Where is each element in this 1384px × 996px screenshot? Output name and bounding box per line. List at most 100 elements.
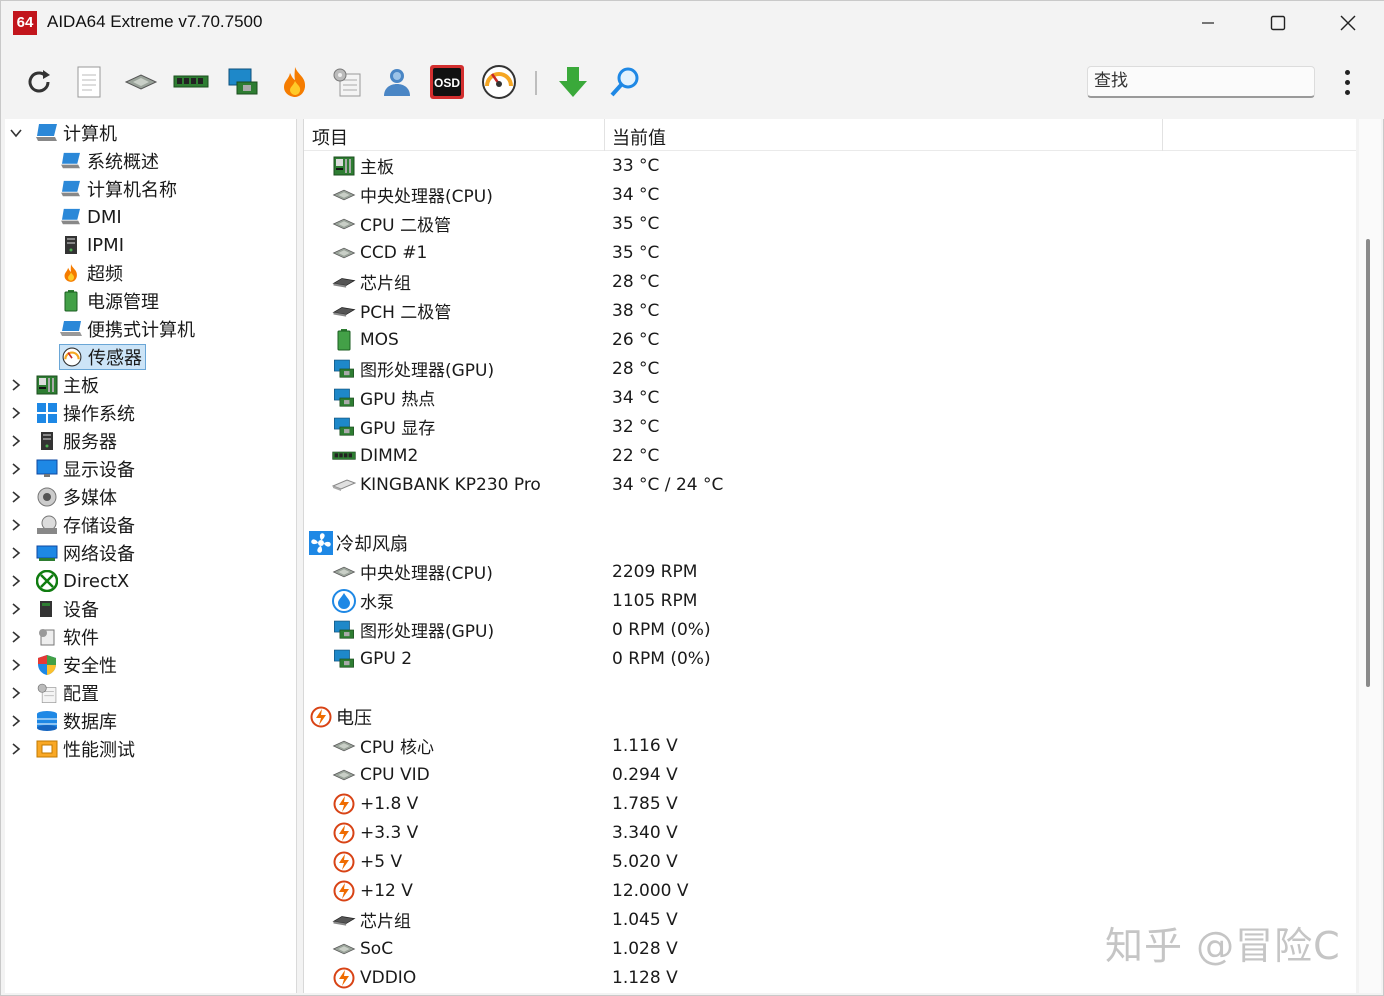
tree-item-category[interactable]: 网络设备	[9, 539, 138, 567]
tree-item-category[interactable]: 数据库	[9, 707, 120, 735]
sensor-row[interactable]: KINGBANK KP230 Pro 34 °C / 24 °C	[304, 470, 1356, 499]
windows-icon	[36, 402, 58, 424]
chevron-right-icon[interactable]	[9, 518, 23, 532]
sensor-row[interactable]: 图形处理器(GPU) 0 RPM (0%)	[304, 615, 1356, 644]
tree-item-category[interactable]: 显示设备	[9, 455, 138, 483]
tree-item-category[interactable]: 存储设备	[9, 511, 138, 539]
sensor-row[interactable]: 芯片组 28 °C	[304, 267, 1356, 296]
chevron-right-icon[interactable]	[9, 742, 23, 756]
search-magnifier-icon[interactable]	[605, 62, 645, 102]
chevron-right-icon[interactable]	[9, 602, 23, 616]
sensor-row[interactable]: 主板 33 °C	[304, 151, 1356, 180]
tree-item-computer[interactable]: 计算机	[9, 119, 120, 147]
sensor-name: +12 V	[360, 880, 413, 901]
overclock-flame-icon[interactable]	[275, 62, 315, 102]
sensor-value: 34 °C	[612, 387, 660, 408]
sensor-row[interactable]: CPU 核心 1.116 V	[304, 731, 1356, 760]
close-button[interactable]	[1313, 1, 1383, 45]
chevron-right-icon[interactable]	[9, 490, 23, 504]
chevron-right-icon[interactable]	[9, 686, 23, 700]
cpu-icon[interactable]	[121, 62, 161, 102]
sensor-value: 0 RPM (0%)	[612, 648, 711, 669]
sensor-row[interactable]: PCH 二极管 38 °C	[304, 296, 1356, 325]
tree-item-category[interactable]: 性能测试	[9, 735, 138, 763]
software-icon	[36, 626, 58, 648]
sensor-row[interactable]: 中央处理器(CPU) 2209 RPM	[304, 557, 1356, 586]
sensor-group-header[interactable]: 冷却风扇	[304, 528, 1356, 557]
chevron-right-icon[interactable]	[9, 714, 23, 728]
memory-icon[interactable]	[171, 62, 211, 102]
motherboard-icon	[332, 155, 356, 177]
chevron-right-icon[interactable]	[9, 546, 23, 560]
sensor-row[interactable]: +1.8 V 1.785 V	[304, 789, 1356, 818]
minimize-button[interactable]	[1173, 1, 1243, 45]
chip-icon	[332, 271, 356, 293]
tree-label: 配置	[63, 684, 99, 705]
chevron-right-icon[interactable]	[9, 574, 23, 588]
sensor-row[interactable]: CPU VID 0.294 V	[304, 760, 1356, 789]
sensor-value: 26 °C	[612, 329, 660, 350]
device-icon	[36, 598, 58, 620]
chevron-right-icon[interactable]	[9, 630, 23, 644]
vertical-scrollbar[interactable]	[1359, 119, 1381, 993]
refresh-icon[interactable]	[19, 62, 59, 102]
sensor-row[interactable]: MOS 26 °C	[304, 325, 1356, 354]
chevron-right-icon[interactable]	[9, 434, 23, 448]
tree-item-computer-child[interactable]: IPMI	[59, 231, 127, 259]
tree-item-category[interactable]: DirectX	[9, 567, 132, 595]
maximize-button[interactable]	[1243, 1, 1313, 45]
sensor-panel: 项目 当前值 主板 33 °C 中央处理器(CPU) 34 °C CPU 二极管 35 °…	[303, 119, 1356, 993]
tree-item-category[interactable]: 设备	[9, 595, 102, 623]
download-arrow-icon[interactable]	[553, 62, 593, 102]
more-options-button[interactable]	[1333, 65, 1361, 99]
storage-icon	[36, 514, 58, 536]
chevron-down-icon[interactable]	[9, 126, 23, 140]
tree-item-computer-child[interactable]: 超频	[59, 259, 126, 287]
tree-item-computer-child[interactable]: 电源管理	[59, 287, 162, 315]
sensor-row[interactable]: GPU 显存 32 °C	[304, 412, 1356, 441]
chevron-right-icon[interactable]	[9, 406, 23, 420]
column-header-value[interactable]: 当前值	[612, 124, 666, 150]
sensor-name: +1.8 V	[360, 793, 419, 814]
sensor-row[interactable]: +5 V 5.020 V	[304, 847, 1356, 876]
tree-item-category[interactable]: 服务器	[9, 427, 120, 455]
tree-item-category[interactable]: 软件	[9, 623, 102, 651]
sensor-row[interactable]: CPU 二极管 35 °C	[304, 209, 1356, 238]
tree-item-category[interactable]: 配置	[9, 679, 102, 707]
scrollbar-thumb[interactable]	[1366, 239, 1370, 687]
sensor-row[interactable]: CCD #1 35 °C	[304, 238, 1356, 267]
chevron-right-icon[interactable]	[9, 658, 23, 672]
osd-icon[interactable]: OSD	[427, 62, 467, 102]
sensor-value: 1.028 V	[612, 938, 678, 959]
chevron-right-icon[interactable]	[9, 378, 23, 392]
sensor-row[interactable]: GPU 2 0 RPM (0%)	[304, 644, 1356, 673]
gpu-card-icon[interactable]	[223, 62, 263, 102]
tree-item-category[interactable]: 多媒体	[9, 483, 120, 511]
sensor-row[interactable]: DIMM2 22 °C	[304, 441, 1356, 470]
column-header-item[interactable]: 项目	[312, 124, 348, 150]
sensor-group-header[interactable]: 电压	[304, 702, 1356, 731]
server-icon	[36, 430, 58, 452]
tree-item-computer-child[interactable]: 计算机名称	[59, 175, 180, 203]
tree-item-computer-child[interactable]: DMI	[59, 203, 125, 231]
tree-item-category[interactable]: 操作系统	[9, 399, 138, 427]
chevron-right-icon[interactable]	[9, 462, 23, 476]
sensor-row[interactable]: +12 V 12.000 V	[304, 876, 1356, 905]
search-input[interactable]: 查找	[1087, 66, 1315, 98]
config-icon[interactable]	[327, 62, 367, 102]
sensor-row[interactable]: 图形处理器(GPU) 28 °C	[304, 354, 1356, 383]
sensor-row[interactable]: 中央处理器(CPU) 34 °C	[304, 180, 1356, 209]
sensor-row[interactable]: +3.3 V 3.340 V	[304, 818, 1356, 847]
tree-item-sensors[interactable]: 传感器	[59, 343, 146, 371]
tree-item-category[interactable]: 主板	[9, 371, 102, 399]
tree-label: IPMI	[87, 234, 125, 256]
tree-item-computer-child[interactable]: 系统概述	[59, 147, 162, 175]
gauge-icon[interactable]	[479, 62, 519, 102]
sensor-row[interactable]: 水泵 1105 RPM	[304, 586, 1356, 615]
tree-item-computer-child[interactable]: 便携式计算机	[59, 315, 198, 343]
report-icon[interactable]	[69, 62, 109, 102]
sensor-value: 0 RPM (0%)	[612, 619, 711, 640]
user-icon[interactable]	[377, 62, 417, 102]
sensor-row[interactable]: GPU 热点 34 °C	[304, 383, 1356, 412]
tree-item-category[interactable]: 安全性	[9, 651, 120, 679]
